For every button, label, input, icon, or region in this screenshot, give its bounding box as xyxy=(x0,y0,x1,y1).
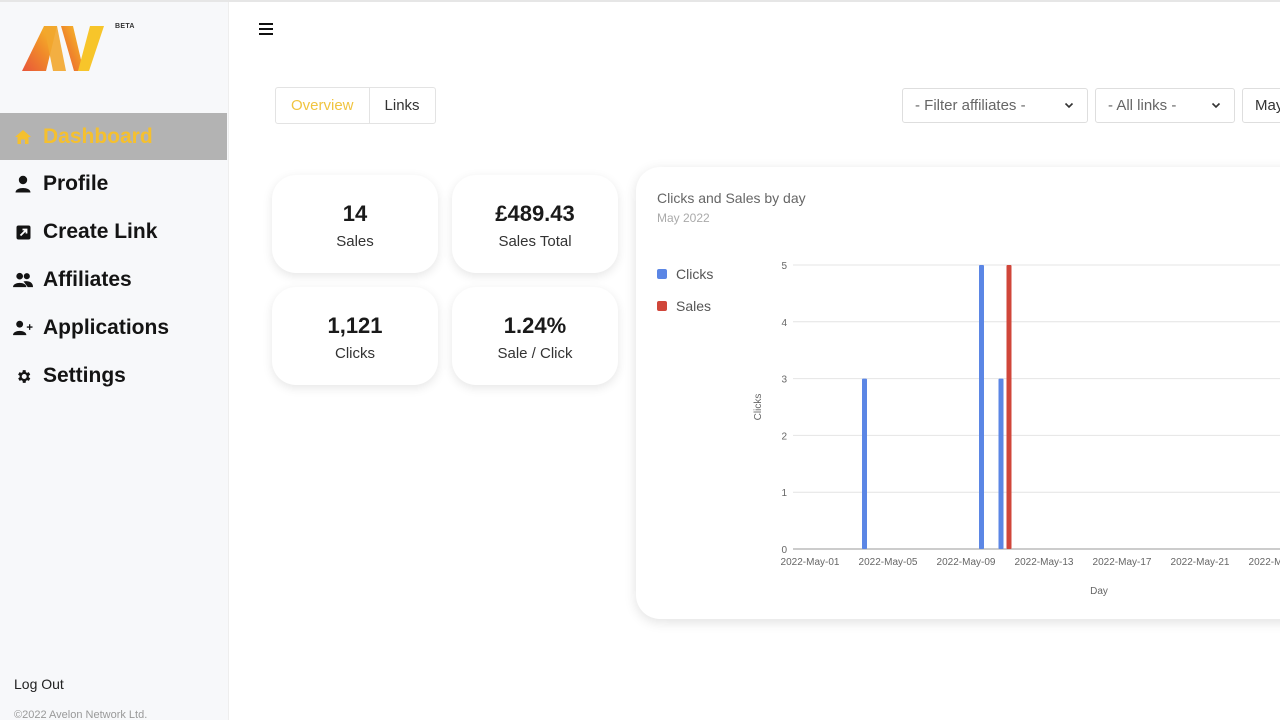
x-tick-label: 2022-May-01 xyxy=(781,557,840,568)
x-tick-label: 2022-May-25 xyxy=(1249,557,1280,568)
x-tick-label: 2022-May-09 xyxy=(937,557,996,568)
bar-clicks xyxy=(862,378,867,549)
y-tick-label: 4 xyxy=(781,318,787,329)
bar-sales xyxy=(1006,265,1012,549)
clicks-sales-chart: 0 1 2 3 4 5 2022-May-01 2022-May-05 2022-May-09 2… xyxy=(753,261,1280,597)
bar-clicks xyxy=(979,265,984,549)
y-tick-label: 3 xyxy=(781,375,787,386)
y-tick-label: 0 xyxy=(781,545,787,556)
x-tick-label: 2022-May-21 xyxy=(1171,557,1230,568)
x-tick-label: 2022-May-17 xyxy=(1093,557,1152,568)
x-tick-label: 2022-May-13 xyxy=(1015,557,1074,568)
y-axis-title: Clicks xyxy=(753,394,764,421)
bar-clicks xyxy=(998,378,1004,549)
y-tick-label: 2 xyxy=(781,431,787,442)
x-tick-label: 2022-May-05 xyxy=(859,557,918,568)
y-tick-label: 5 xyxy=(781,261,787,272)
y-tick-label: 1 xyxy=(781,488,787,499)
x-axis-title: Day xyxy=(1090,586,1108,597)
